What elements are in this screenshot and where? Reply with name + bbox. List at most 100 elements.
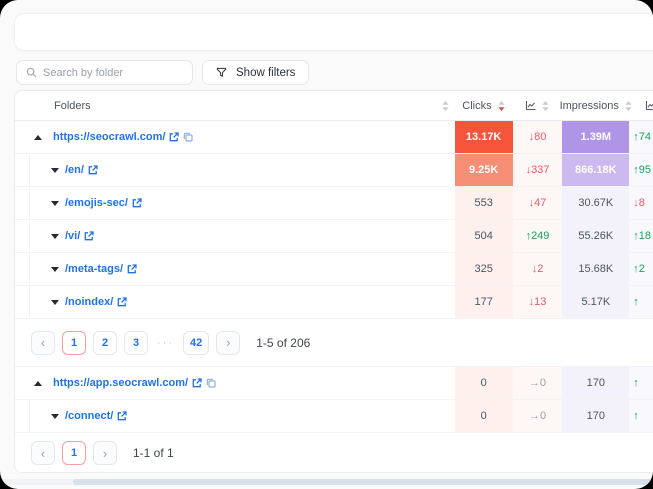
expand-caret-icon[interactable] bbox=[51, 168, 59, 173]
folder-link[interactable]: /meta-tags/ bbox=[65, 263, 123, 275]
external-link-icon[interactable] bbox=[88, 165, 98, 175]
table-row[interactable]: /connect/ 0 →0 170 ↑ bbox=[15, 400, 653, 433]
show-filters-button[interactable]: Show filters bbox=[202, 60, 309, 85]
clicks-value: 0 bbox=[455, 367, 513, 399]
clicks-value: 325 bbox=[455, 253, 513, 285]
folder-link[interactable]: https://app.seocrawl.com/ bbox=[53, 377, 188, 389]
clicks-value: 0 bbox=[455, 400, 513, 432]
external-link-icon[interactable] bbox=[192, 378, 202, 388]
impressions-value: 1.39M bbox=[562, 121, 629, 153]
page-button-1[interactable]: 1 bbox=[62, 441, 86, 465]
impressions-delta: ↑ bbox=[629, 400, 653, 432]
table-row[interactable]: https://app.seocrawl.com/ 0 →0 170 ↑ bbox=[15, 367, 653, 400]
table-header-row: Folders Clicks bbox=[15, 91, 653, 121]
pagination-info: 1-5 of 206 bbox=[256, 336, 310, 350]
page-button-42[interactable]: 42 bbox=[183, 331, 209, 355]
clicks-delta: ↑249 bbox=[513, 220, 563, 252]
clicks-delta: ↓80 bbox=[513, 121, 563, 153]
clicks-delta: ↓47 bbox=[513, 187, 563, 219]
clicks-delta: ↓337 bbox=[513, 154, 563, 186]
external-link-icon[interactable] bbox=[132, 198, 142, 208]
external-link-icon[interactable] bbox=[127, 264, 137, 274]
table-row[interactable]: /en/ 9.25K ↓337 866.18K ↑95 bbox=[15, 154, 653, 187]
expand-caret-icon[interactable] bbox=[51, 414, 59, 419]
table-row[interactable]: /noindex/ 177 ↓13 5.17K ↑ bbox=[15, 286, 653, 319]
prev-page-button[interactable]: ‹ bbox=[31, 331, 55, 355]
folders-sort-icon[interactable] bbox=[442, 101, 449, 111]
copy-icon[interactable] bbox=[206, 378, 216, 388]
expand-caret-icon[interactable] bbox=[51, 267, 59, 272]
filter-funnel-icon bbox=[216, 67, 227, 78]
folder-link[interactable]: /noindex/ bbox=[65, 296, 113, 308]
clicks-value: 9.25K bbox=[455, 154, 513, 186]
expand-caret-icon[interactable] bbox=[51, 234, 59, 239]
impressions-value: 170 bbox=[562, 367, 629, 399]
horizontal-scrollbar-thumb[interactable] bbox=[73, 479, 653, 485]
impressions-delta: ↑ bbox=[629, 286, 653, 318]
impressions-delta: ↑ bbox=[629, 367, 653, 399]
next-page-button[interactable]: › bbox=[216, 331, 240, 355]
line-chart-icon bbox=[645, 100, 653, 111]
table-row[interactable]: /emojis-sec/ 553 ↓47 30.67K ↓8 bbox=[15, 187, 653, 220]
clicks-value: 13.17K bbox=[455, 121, 513, 153]
impressions-header-label: Impressions bbox=[560, 100, 619, 112]
impressions-delta: ↑2 bbox=[629, 253, 653, 285]
clicks-delta: →0 bbox=[513, 367, 563, 399]
clicks-delta: →0 bbox=[513, 400, 563, 432]
clicks-header-cell: Clicks bbox=[455, 100, 513, 112]
folder-link[interactable]: /emojis-sec/ bbox=[65, 197, 128, 209]
next-page-button[interactable]: › bbox=[93, 441, 117, 465]
expand-caret-icon[interactable] bbox=[51, 300, 59, 305]
page-button-1[interactable]: 1 bbox=[62, 331, 86, 355]
collapse-caret-icon[interactable] bbox=[34, 135, 42, 140]
impressions-delta: ↓8 bbox=[629, 187, 653, 219]
line-chart-icon bbox=[525, 100, 536, 111]
impressions-value: 170 bbox=[562, 400, 629, 432]
expand-caret-icon[interactable] bbox=[51, 201, 59, 206]
folder-link[interactable]: https://seocrawl.com/ bbox=[53, 131, 165, 143]
clicks-trend-header-cell bbox=[512, 100, 562, 111]
clicks-value: 177 bbox=[455, 286, 513, 318]
table-row[interactable]: /vi/ 504 ↑249 55.26K ↑18 bbox=[15, 220, 653, 253]
folder-link[interactable]: /connect/ bbox=[65, 410, 113, 422]
external-link-icon[interactable] bbox=[169, 132, 179, 142]
copy-icon[interactable] bbox=[183, 132, 193, 142]
impressions-trend-header-cell bbox=[629, 100, 653, 111]
folders-header-label: Folders bbox=[54, 100, 91, 112]
clicks-value: 553 bbox=[455, 187, 513, 219]
folder-link[interactable]: /vi/ bbox=[65, 230, 80, 242]
collapse-caret-icon[interactable] bbox=[34, 381, 42, 386]
page-button-2[interactable]: 2 bbox=[93, 331, 117, 355]
table-row[interactable]: https://seocrawl.com/ 13.17K ↓80 1.39M ↑… bbox=[15, 121, 653, 154]
clicks-delta: ↓13 bbox=[513, 286, 563, 318]
prev-page-button[interactable]: ‹ bbox=[31, 441, 55, 465]
pagination-info: 1-1 of 1 bbox=[133, 446, 174, 460]
impressions-value: 5.17K bbox=[562, 286, 629, 318]
clicks-sort-icon[interactable] bbox=[498, 101, 505, 111]
horizontal-scrollbar[interactable] bbox=[0, 479, 653, 485]
pagination-section-2: ‹ 1 › 1-1 of 1 bbox=[15, 433, 653, 473]
show-filters-label: Show filters bbox=[236, 67, 295, 79]
clicks-header-label: Clicks bbox=[462, 100, 491, 112]
impressions-value: 15.68K bbox=[562, 253, 629, 285]
folders-table: Folders Clicks bbox=[14, 90, 653, 473]
clicks-trend-sort-icon[interactable] bbox=[542, 101, 549, 111]
external-link-icon[interactable] bbox=[84, 231, 94, 241]
folders-header-cell: Folders bbox=[15, 100, 455, 112]
impressions-delta: ↑95 bbox=[629, 154, 653, 186]
impressions-delta: ↑18 bbox=[629, 220, 653, 252]
impressions-delta: ↑74 bbox=[629, 121, 653, 153]
page-button-3[interactable]: 3 bbox=[124, 331, 148, 355]
search-input[interactable] bbox=[43, 67, 183, 79]
app-window: Show filters Folders Clicks bbox=[0, 0, 653, 489]
folder-link[interactable]: /en/ bbox=[65, 164, 84, 176]
clicks-value: 504 bbox=[455, 220, 513, 252]
impressions-header-cell: Impressions bbox=[562, 100, 629, 112]
impressions-value: 30.67K bbox=[562, 187, 629, 219]
clicks-delta: ↓2 bbox=[513, 253, 563, 285]
external-link-icon[interactable] bbox=[117, 411, 127, 421]
pagination-ellipsis: ··· bbox=[157, 337, 174, 349]
table-row[interactable]: /meta-tags/ 325 ↓2 15.68K ↑2 bbox=[15, 253, 653, 286]
external-link-icon[interactable] bbox=[117, 297, 127, 307]
search-box[interactable] bbox=[16, 60, 193, 85]
